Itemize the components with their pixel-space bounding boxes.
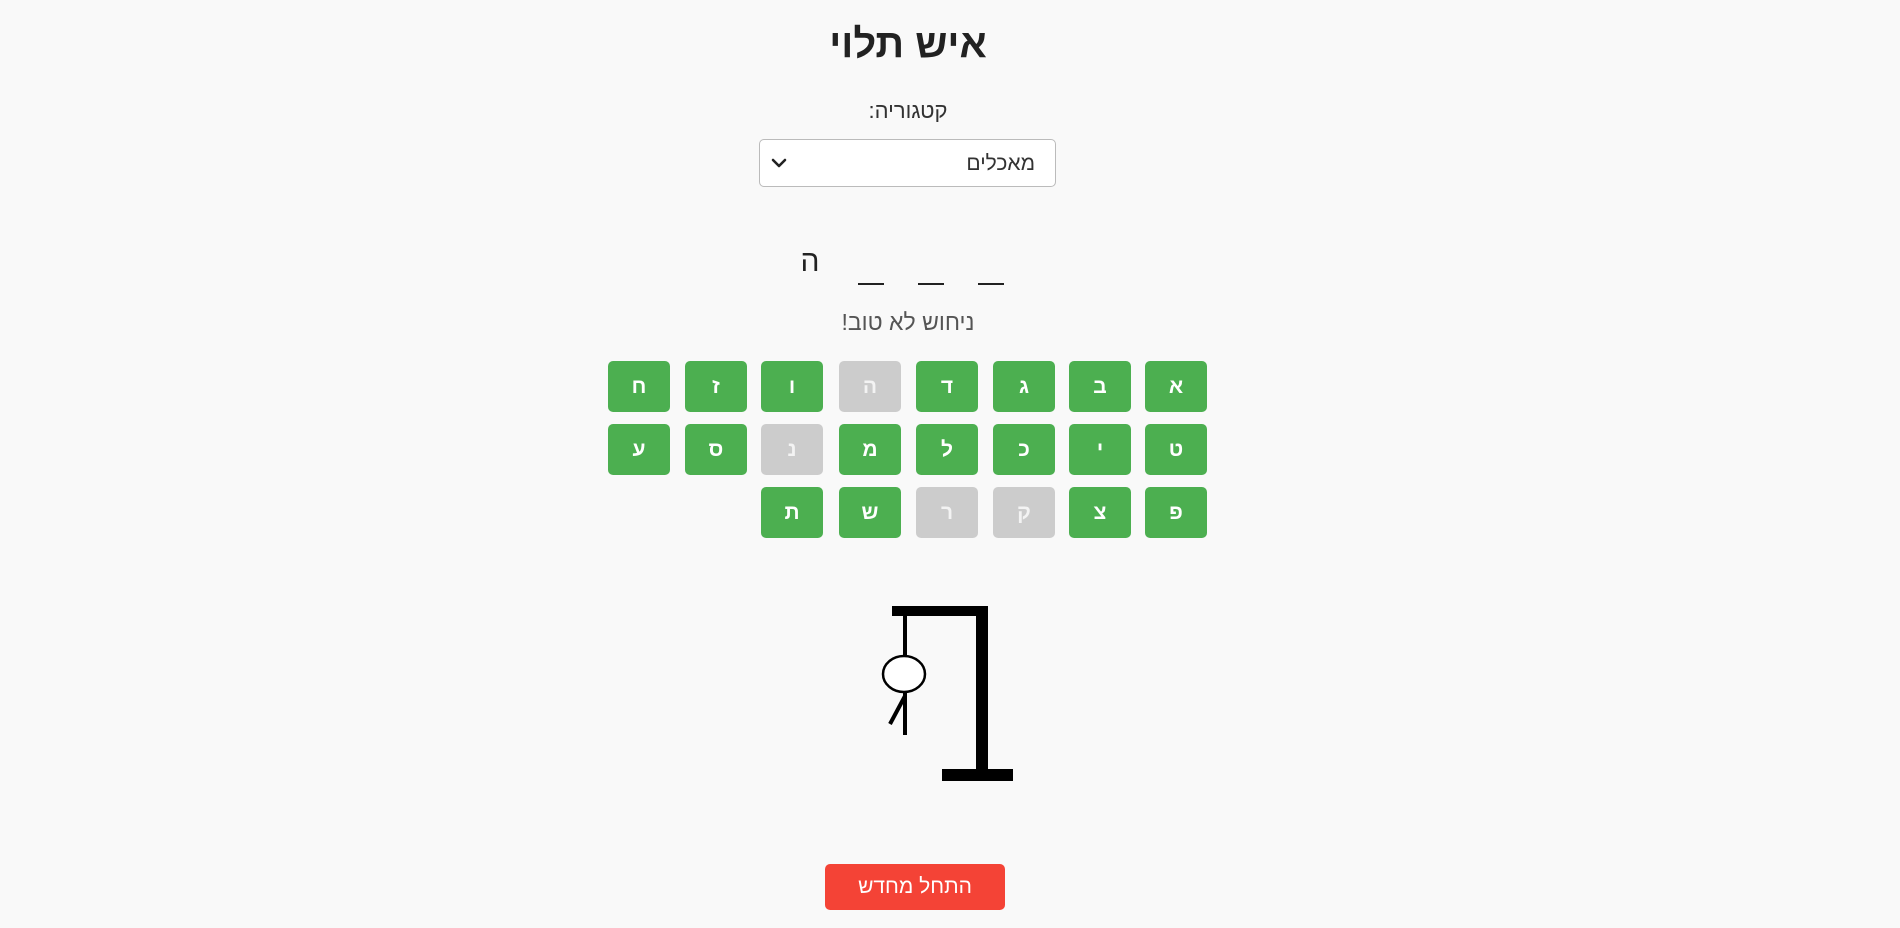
letter-key[interactable]: ת — [761, 487, 823, 538]
category-select[interactable]: מאכלים — [759, 139, 1056, 187]
letter-key[interactable]: א — [1145, 361, 1207, 412]
letter-key[interactable]: י — [1069, 424, 1131, 475]
letter-slot-char: _ — [858, 245, 884, 279]
letter-key[interactable]: ז — [685, 361, 747, 412]
letter-key[interactable]: פ — [1145, 487, 1207, 538]
letter-key[interactable]: ע — [608, 424, 670, 475]
letter-slot: _ — [978, 245, 1004, 285]
category-label: קטגוריה: — [868, 98, 948, 123]
letter-slot-underline — [978, 283, 1004, 285]
letter-key[interactable]: ס — [685, 424, 747, 475]
letter-slot: _ — [858, 245, 884, 285]
hangman-head — [881, 654, 927, 694]
letter-key[interactable]: ק — [993, 487, 1055, 538]
letter-key[interactable]: ר — [916, 487, 978, 538]
letter-key[interactable]: ב — [1069, 361, 1131, 412]
letter-key[interactable]: ג — [993, 361, 1055, 412]
chevron-down-icon — [771, 158, 787, 168]
restart-button[interactable]: התחל מחדש — [825, 864, 1005, 910]
gallows-beam — [892, 606, 988, 616]
guess-feedback-message: ניחוש לא טוב! — [841, 309, 975, 335]
letter-key[interactable]: מ — [839, 424, 901, 475]
hangman-left-arm — [888, 695, 907, 725]
letter-key[interactable]: ה — [839, 361, 901, 412]
letter-slot-char: _ — [918, 245, 944, 279]
letter-key[interactable]: ל — [916, 424, 978, 475]
letter-key[interactable]: ד — [916, 361, 978, 412]
letter-key[interactable]: צ — [1069, 487, 1131, 538]
hangman-drawing — [881, 606, 1013, 781]
gallows-pole — [976, 606, 988, 776]
letter-slot-char: _ — [978, 245, 1004, 279]
letter-slot-underline — [858, 283, 884, 285]
letter-key[interactable]: ח — [608, 361, 670, 412]
letter-slot-underline — [918, 283, 944, 285]
page-title: איש תלוי — [829, 22, 987, 66]
letter-slot-char: ה — [800, 245, 820, 278]
letter-key[interactable]: ט — [1145, 424, 1207, 475]
letter-key[interactable]: ש — [839, 487, 901, 538]
letter-key[interactable]: ו — [761, 361, 823, 412]
letter-key[interactable]: נ — [761, 424, 823, 475]
category-selected-value: מאכלים — [966, 152, 1035, 175]
letter-slot: _ — [918, 245, 944, 285]
letter-key[interactable]: כ — [993, 424, 1055, 475]
letter-slot: ה — [797, 245, 823, 285]
